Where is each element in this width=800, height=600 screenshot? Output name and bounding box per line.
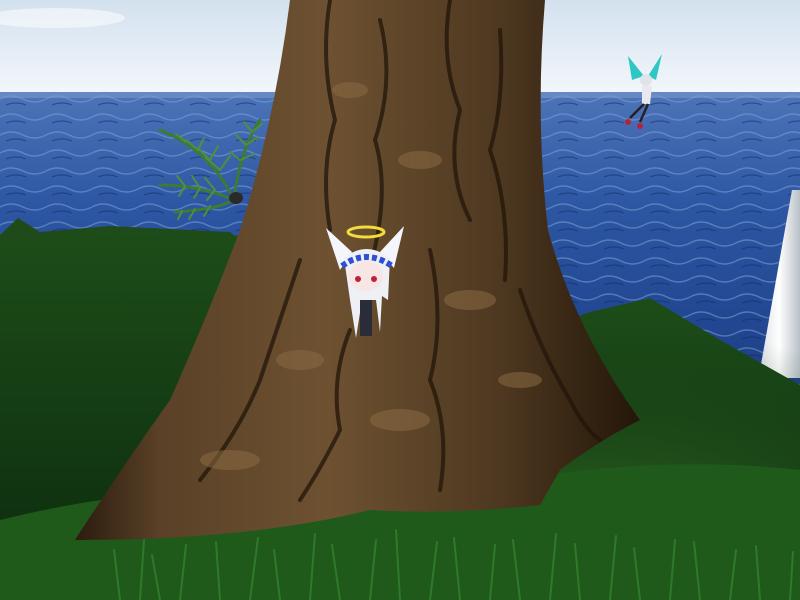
fairy-shoe — [637, 123, 643, 129]
left-eye — [355, 276, 361, 282]
avatar-body — [360, 300, 372, 336]
fairy-shoe — [625, 119, 631, 125]
fairy-head — [640, 74, 652, 86]
right-eye — [371, 276, 377, 282]
face — [349, 261, 383, 291]
3d-scene[interactable] — [0, 0, 800, 600]
game-viewport[interactable] — [0, 0, 800, 600]
